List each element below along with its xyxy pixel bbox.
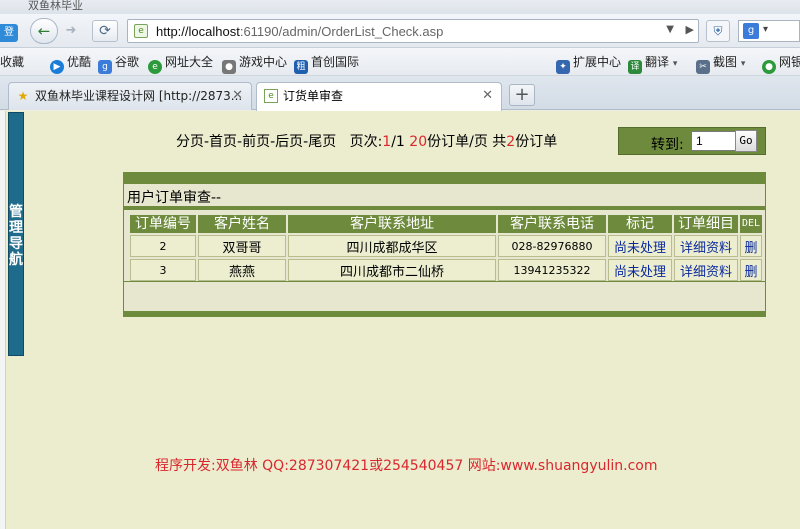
table-header-row: 订单编号 客户姓名 客户联系地址 客户联系电话 标记 订单细目 DEL (130, 215, 762, 233)
bank-icon: ● (762, 60, 776, 74)
order-id: 3 (130, 259, 196, 281)
delete-link[interactable]: 删 (740, 259, 762, 281)
col-order-id: 订单编号 (130, 215, 196, 233)
bookmark-translate[interactable]: 译翻译 ▾ (628, 54, 677, 74)
puzzle-icon: ✦ (556, 60, 570, 74)
tab-course-site[interactable]: ★ 双鱼林毕业课程设计网 [http://2873... ✕ (8, 82, 252, 110)
shield-icon: ⛨ (713, 24, 723, 38)
customer-name: 双哥哥 (198, 235, 286, 257)
security-button[interactable]: ⛨ (706, 20, 730, 42)
order-id: 2 (130, 235, 196, 257)
bookmark-google[interactable]: g 谷歌 (98, 54, 139, 74)
url-text[interactable]: http://localhost:61190/admin/OrderList_C… (156, 24, 443, 39)
total-count: 2 (506, 134, 516, 150)
per-page-count: 20 (409, 134, 428, 150)
bookmark-favorites[interactable]: 收藏 (0, 54, 24, 70)
search-engine-icon[interactable]: g (743, 23, 759, 39)
youku-icon: ▶ (50, 60, 64, 74)
go-arrow-icon[interactable]: ▶ (686, 23, 694, 36)
col-customer-address: 客户联系地址 (288, 215, 496, 233)
close-icon[interactable]: ✕ (232, 83, 243, 109)
forward-button[interactable]: ➜ (62, 22, 80, 40)
close-icon[interactable]: ✕ (482, 83, 493, 109)
customer-address: 四川成都成华区 (288, 235, 496, 257)
address-bar[interactable]: e http://localhost:61190/admin/OrderList… (127, 19, 699, 43)
go-button[interactable]: Go (735, 130, 757, 152)
col-customer-phone: 客户联系电话 (498, 215, 606, 233)
bookmark-shouchuang[interactable]: 粗首创国际 (294, 54, 359, 74)
detail-link[interactable]: 详细资料 (674, 259, 738, 281)
bookmark-extensions[interactable]: ✦ 扩展中心 (556, 54, 621, 74)
delete-link[interactable]: 删 (740, 235, 762, 257)
back-button[interactable]: ← (30, 18, 58, 44)
translate-icon: 译 (628, 60, 642, 74)
orders-table: 订单编号 客户姓名 客户联系地址 客户联系电话 标记 订单细目 DEL 2 双哥… (128, 213, 764, 283)
refresh-button[interactable]: ⟳ (92, 20, 118, 42)
page-total: /1 (391, 134, 405, 150)
sites-icon: e (148, 60, 162, 74)
page-current: 1 (382, 134, 392, 150)
new-tab-button[interactable]: + (509, 84, 535, 106)
bookmark-bank[interactable]: ● 网银 (762, 54, 800, 74)
page-icon: e (264, 89, 278, 103)
bookmark-screenshot[interactable]: ✂ 截图 ▾ (696, 54, 745, 74)
bookmark-games[interactable]: ● 游戏中心 (222, 54, 287, 74)
url-dropdown-icon[interactable]: ▼ (666, 24, 674, 35)
tab-order-review[interactable]: e 订货单审查 ✕ (256, 82, 502, 111)
panel-header-bar (124, 173, 765, 184)
page-label: 页次: (349, 134, 383, 150)
bookmark-sites[interactable]: e 网址大全 (148, 54, 213, 74)
bookmark-youku[interactable]: ▶ 优酷 (50, 54, 91, 74)
col-delete: DEL (740, 215, 762, 233)
col-customer-name: 客户姓名 (198, 215, 286, 233)
panel-divider (124, 281, 765, 282)
order-review-panel: 用户订单审查-- 订单编号 客户姓名 客户联系地址 客户联系电话 标记 订单细目… (123, 172, 766, 317)
mark-status-link[interactable]: 尚未处理 (608, 259, 672, 281)
total-label: 共 (492, 134, 507, 150)
chevron-down-icon[interactable]: ▾ (763, 24, 768, 35)
mark-status-link[interactable]: 尚未处理 (608, 235, 672, 257)
bookmarks-bar: 收藏 ▶ 优酷 g 谷歌 e 网址大全 ● 游戏中心 粗首创国际 ✦ 扩展中心 译翻译 ▾… (0, 48, 800, 76)
navigation-bar: 登录 ← ➜ ⟳ e http://localhost:61190/admin/… (0, 14, 800, 48)
developer-footer: 程序开发:双鱼林 QQ:287307421或254540457 网站:www.s… (155, 458, 658, 474)
pagination: 分页-首页-前页-后页-尾页 页次:1/1 20份订单/页 共2份订单 (176, 131, 557, 151)
customer-phone: 028-82976880 (498, 235, 606, 257)
plus-icon: + (514, 84, 530, 105)
customer-address: 四川成都市二仙桥 (288, 259, 496, 281)
detail-link[interactable]: 详细资料 (674, 235, 738, 257)
col-order-detail: 订单细目 (674, 215, 738, 233)
scissors-icon: ✂ (696, 60, 710, 74)
forward-arrow-icon: ➜ (65, 23, 77, 38)
per-page-label: 份订单/页 (427, 134, 488, 150)
panel-footer-bar (124, 311, 765, 316)
google-icon: g (98, 60, 112, 74)
login-button[interactable]: 登录 (0, 24, 18, 42)
customer-phone: 13941235322 (498, 259, 606, 281)
goto-label: 转到: (651, 137, 684, 153)
page-viewport: 管理导航 分页-首页-前页-后页-尾页 页次:1/1 20份订单/页 共2份订单… (0, 111, 800, 529)
pagination-links[interactable]: 分页-首页-前页-后页-尾页 (176, 134, 336, 150)
refresh-icon: ⟳ (99, 23, 111, 39)
left-strip (0, 111, 6, 529)
table-row: 3 燕燕 四川成都市二仙桥 13941235322 尚未处理 详细资料 删 (130, 259, 762, 281)
star-icon: ★ (17, 89, 29, 103)
gamepad-icon: ● (222, 60, 236, 74)
tab-bar: ★ 双鱼林毕业课程设计网 [http://2873... ✕ e 订货单审查 ✕… (0, 76, 800, 111)
admin-nav-label: 管理导航 (9, 204, 23, 268)
admin-nav-panel[interactable]: 管理导航 (8, 112, 24, 356)
panel-divider (124, 206, 765, 210)
total-unit: 份订单 (515, 134, 558, 150)
shouchuang-icon: 粗 (294, 60, 308, 74)
title-bar: 双鱼林毕业 (0, 0, 800, 14)
goto-page-box: 转到: 1 Go (618, 127, 766, 155)
customer-name: 燕燕 (198, 259, 286, 281)
window-title: 双鱼林毕业 (28, 0, 83, 12)
back-arrow-icon: ← (37, 22, 51, 40)
search-box[interactable]: g ▾ (738, 20, 800, 42)
table-row: 2 双哥哥 四川成都成华区 028-82976880 尚未处理 详细资料 删 (130, 235, 762, 257)
panel-title: 用户订单审查-- (127, 190, 222, 206)
page-icon: e (134, 24, 148, 38)
col-mark: 标记 (608, 215, 672, 233)
